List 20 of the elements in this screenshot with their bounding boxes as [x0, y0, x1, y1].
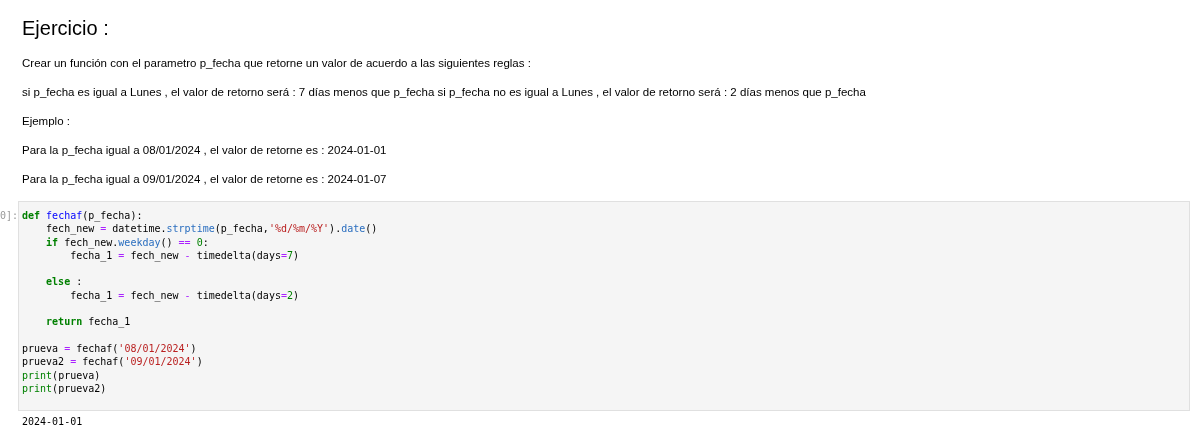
paragraph: Ejemplo : [22, 114, 71, 128]
code-line: if fech_new.weekday() == 0: [45, 235, 210, 249]
paragraph: Crear un función con el parametro p_fecha que retorne un valor de acuerdo a las siguientes reglas : [22, 56, 532, 70]
code-line: fech_new = datetime.strptime(p_fecha,'%d/%m/%Y').date() [45, 222, 379, 236]
code-line: print(prueva2) [22, 381, 108, 396]
code-line: prueva = fechaf('08/01/2024') [22, 341, 198, 356]
paragraph: si p_fecha es igual a Lunes , el valor de retorno será : 7 días menos que p_fecha si p_fecha no es igual a Lunes , el valor de retorno será : 2 días menos que p_fecha [22, 85, 867, 99]
code-line: fecha_1 = fech_new - timedelta(days=2) [69, 288, 300, 303]
cell-prompt: 0]: [0, 209, 18, 223]
code-line: def fechaf(p_fecha): [22, 209, 144, 223]
notebook-heading: Ejercicio : [22, 16, 110, 40]
code-line: return fecha_1 [45, 315, 132, 329]
code-line: fecha_1 = fech_new - timedelta(days=7) [69, 249, 300, 263]
paragraph: Para la p_fecha igual a 09/01/2024 , el valor de retorne es : 2024-01-07 [22, 172, 388, 186]
cell-output: 2024-01-01 [22, 415, 83, 427]
paragraph: Para la p_fecha igual a 08/01/2024 , el valor de retorne es : 2024-01-01 [22, 143, 388, 157]
code-editor[interactable] [18, 201, 1190, 412]
code-line: else : [45, 275, 84, 289]
code-line: prueva2 = fechaf('09/01/2024') [22, 355, 204, 369]
code-line: print(prueva) [22, 368, 102, 382]
